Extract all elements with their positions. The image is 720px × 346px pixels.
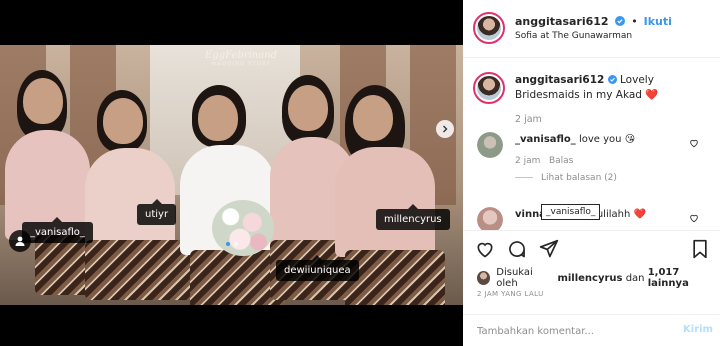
instagram-post-modal: EggFebrinand WEDDING STORY _vanisaflo_ u…: [0, 0, 720, 346]
like-comment-heart-icon[interactable]: [689, 138, 699, 148]
chevron-right-icon: [443, 125, 448, 133]
comment-username[interactable]: _vanisaflo_: [515, 134, 576, 145]
post-actions: Disukai oleh millencyrus dan 1,017 lainn…: [463, 230, 720, 314]
save-bookmark-icon[interactable]: [691, 239, 709, 259]
comment-input[interactable]: [477, 321, 667, 341]
caption-avatar[interactable]: [473, 72, 505, 104]
post-timestamp[interactable]: 2 JAM YANG LALU: [477, 290, 544, 298]
header-separator: •: [631, 15, 638, 28]
bouquet: [212, 200, 274, 256]
likes-summary: Disukai oleh millencyrus dan 1,017 lainn…: [477, 267, 720, 289]
user-tag[interactable]: millencyrus: [376, 204, 450, 230]
caption-username[interactable]: anggitasari612: [515, 74, 604, 86]
post-comment-button[interactable]: Kirim: [683, 324, 713, 335]
carousel-next-button[interactable]: [436, 120, 454, 138]
photographer-watermark: EggFebrinand WEDDING STORY: [205, 50, 278, 67]
comment-text: love you: [578, 134, 622, 145]
author-avatar[interactable]: [473, 12, 505, 44]
heart-emoji: ❤️: [645, 89, 659, 101]
comment-bubble-icon[interactable]: [507, 239, 527, 259]
tagged-users-icon[interactable]: [9, 230, 31, 252]
heart-emoji: ❤️: [633, 209, 646, 220]
comments-list[interactable]: anggitasari612 Lovely Bridesmaids in my …: [463, 58, 720, 230]
post-media: EggFebrinand WEDDING STORY _vanisaflo_ u…: [0, 0, 463, 346]
comment-composer: Kirim: [463, 314, 720, 346]
post-photo[interactable]: EggFebrinand WEDDING STORY: [0, 45, 463, 305]
user-tag[interactable]: _vanisaflo_: [22, 217, 93, 243]
kiss-emoji: 😘: [624, 134, 636, 145]
commenter-avatar[interactable]: [477, 207, 503, 230]
user-tag[interactable]: dewiiuniquea: [276, 255, 359, 281]
commenter-avatar[interactable]: [477, 132, 503, 158]
post-sidebar: anggitasari612 • Ikuti Sofia at The Guna…: [463, 0, 720, 346]
post-header: anggitasari612 • Ikuti Sofia at The Guna…: [463, 0, 720, 58]
author-username[interactable]: anggitasari612: [515, 15, 609, 28]
verified-badge-icon: [607, 75, 617, 84]
reply-button[interactable]: Balas: [549, 156, 573, 166]
comment-time: 2 jam: [515, 156, 541, 166]
carousel-dot: [225, 242, 230, 246]
share-icon[interactable]: [539, 239, 559, 259]
like-heart-icon[interactable]: [475, 239, 495, 259]
carousel-indicator: [0, 242, 463, 246]
likes-count-link[interactable]: 1,017 lainnya: [648, 267, 720, 289]
user-tag[interactable]: utiyr: [137, 199, 177, 225]
caption-time: 2 jam: [515, 114, 542, 125]
liker-username[interactable]: millencyrus: [557, 273, 622, 284]
carousel-dot: [233, 242, 238, 246]
like-comment-heart-icon[interactable]: [689, 213, 699, 223]
location-link[interactable]: Sofia at The Gunawarman: [515, 31, 632, 41]
username-tooltip: _vanisaflo_: [541, 204, 601, 220]
liker-avatar[interactable]: [477, 271, 491, 285]
verified-badge-icon: [615, 16, 626, 26]
view-replies-button[interactable]: Lihat balasan (2): [515, 173, 617, 183]
follow-button[interactable]: Ikuti: [644, 15, 672, 28]
